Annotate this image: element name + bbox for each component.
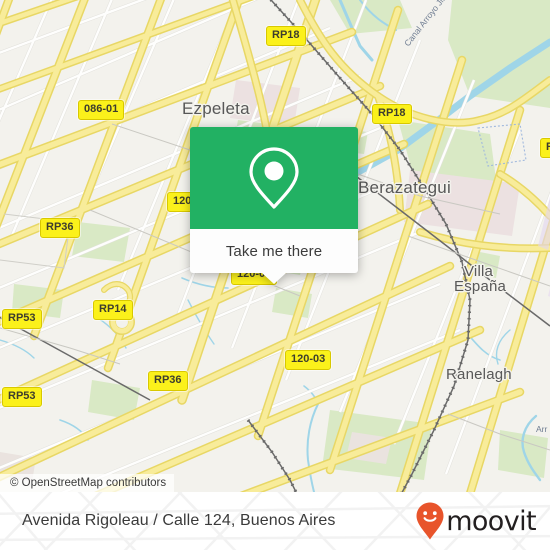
moovit-wordmark: moovit (446, 505, 536, 537)
moovit-logo[interactable]: moovit (415, 501, 537, 541)
moovit-map-screenshot: .rd { stroke:#f8ec9a; stroke-linecap:rou… (0, 0, 550, 550)
road-shield-120-03-south[interactable]: 120-03 (285, 350, 332, 370)
road-shield-rp18-east[interactable]: RP18 (372, 104, 412, 124)
road-shield-rp18-north[interactable]: RP18 (266, 26, 306, 46)
road-shield-rp36-north[interactable]: RP36 (40, 218, 80, 238)
popup-icon-area (190, 127, 358, 229)
osm-attribution[interactable]: © OpenStreetMap contributors (0, 474, 175, 492)
road-shield-rp36-south[interactable]: RP36 (148, 371, 188, 391)
road-shield-rp14[interactable]: RP14 (93, 300, 133, 320)
road-shield-edge-right[interactable]: R (540, 138, 550, 158)
popup-pointer-tail (262, 273, 286, 284)
take-me-there-label: Take me there (225, 242, 323, 260)
map-canvas[interactable]: .rd { stroke:#f8ec9a; stroke-linecap:rou… (0, 0, 550, 492)
location-pin-icon (249, 147, 299, 209)
popup-action-area[interactable]: Take me there (190, 229, 358, 284)
footer-bar: Avenida Rigoleau / Calle 124, Buenos Air… (0, 492, 550, 550)
road-shield-rp53-south[interactable]: RP53 (2, 387, 42, 407)
moovit-pin-icon (416, 502, 444, 540)
location-title: Avenida Rigoleau / Calle 124, Buenos Air… (22, 512, 336, 529)
destination-popup-card[interactable]: Take me there (190, 127, 358, 284)
road-shield-086-01[interactable]: 086-01 (78, 100, 125, 120)
road-shield-rp53-north[interactable]: RP53 (2, 309, 42, 329)
